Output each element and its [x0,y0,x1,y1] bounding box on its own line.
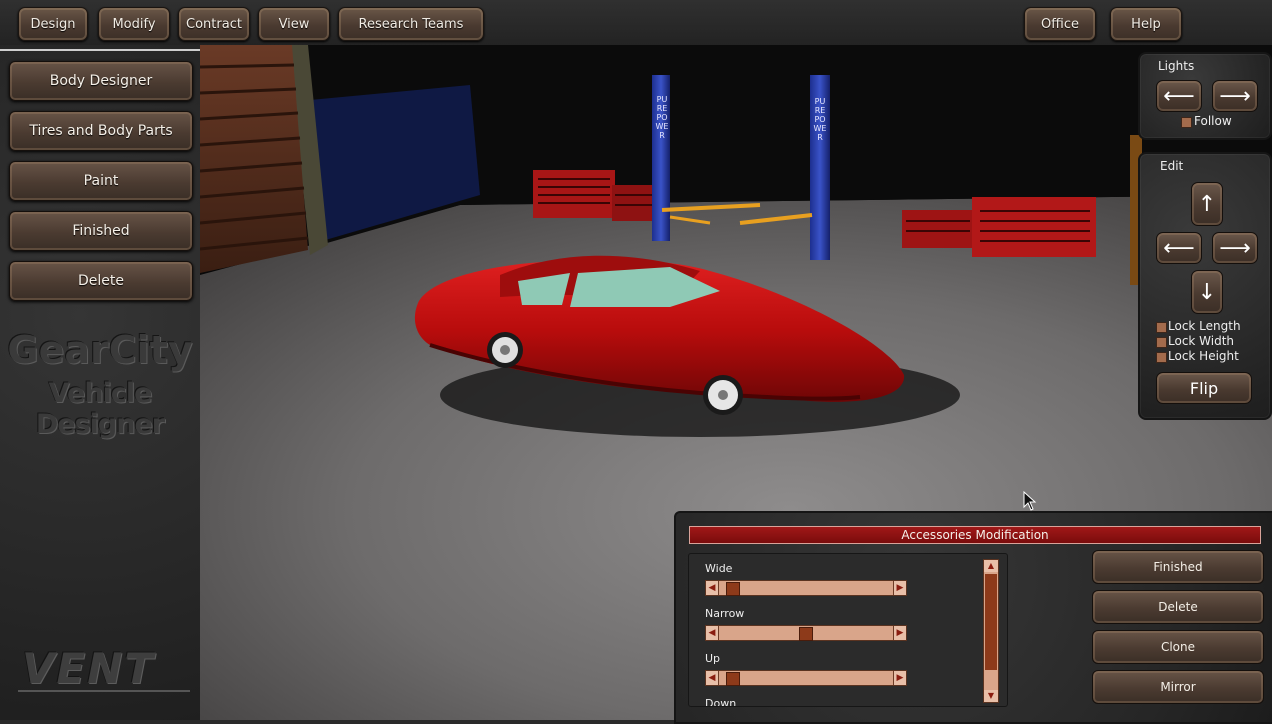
lights-title: Lights [1158,59,1195,73]
accessory-mirror-button[interactable]: Mirror [1092,670,1264,704]
menu-office[interactable]: Office [1024,7,1096,41]
arrow-right-icon: ⟶ [1219,235,1251,261]
arrow-left-icon: ⟵ [1163,235,1195,261]
tires-body-parts-button[interactable]: Tires and Body Parts [9,111,193,151]
move-up-button[interactable]: ↑ [1191,182,1223,226]
narrow-slider[interactable]: ◀ ▶ [705,625,907,641]
menu-modify[interactable]: Modify [98,7,170,41]
move-left-button[interactable]: ⟵ [1156,232,1202,264]
arrow-down-icon: ↓ [1197,279,1217,305]
slider-decrease-icon[interactable]: ◀ [706,626,719,640]
follow-checkbox[interactable] [1181,117,1192,128]
slider-increase-icon[interactable]: ▶ [893,626,906,640]
arrow-right-icon: ⟶ [1219,83,1251,109]
lift-label-left: PUREPOWER [655,95,669,140]
delete-button[interactable]: Delete [9,261,193,301]
accessories-panel: Accessories Modification Wide ◀ ▶ Narrow… [674,511,1272,724]
slider-label-up: Up [705,652,721,665]
slider-label-down: Down [705,697,737,707]
lights-panel: Lights ⟵ ⟶ Follow [1138,52,1272,140]
lift-label-right: PUREPOWER [813,97,827,142]
flip-button[interactable]: Flip [1156,372,1252,404]
up-slider[interactable]: ◀ ▶ [705,670,907,686]
accessory-clone-button[interactable]: Clone [1092,630,1264,664]
wide-slider[interactable]: ◀ ▶ [705,580,907,596]
lock-width-checkbox[interactable] [1156,337,1167,348]
scroll-up-icon[interactable]: ▲ [984,560,998,572]
menu-design[interactable]: Design [18,7,88,41]
vent-logo: VENT [22,644,155,693]
mouse-cursor-icon [1023,491,1037,511]
sidebar-divider [0,49,200,51]
finished-button[interactable]: Finished [9,211,193,251]
slider-list-scrollbar[interactable]: ▲ ▼ [983,559,999,703]
slider-label-narrow: Narrow [705,607,745,620]
lock-height-label: Lock Height [1168,349,1239,363]
narrow-slider-thumb[interactable] [799,627,813,641]
slider-decrease-icon[interactable]: ◀ [706,581,719,595]
top-menu-bar: Design Modify Contract View Research Tea… [0,0,1272,46]
menu-view[interactable]: View [258,7,330,41]
slider-decrease-icon[interactable]: ◀ [706,671,719,685]
arrow-left-icon: ⟵ [1163,83,1195,109]
slider-list: Wide ◀ ▶ Narrow ◀ ▶ Up ◀ ▶ Down [688,553,1008,707]
lock-length-label: Lock Length [1168,319,1241,333]
light-left-button[interactable]: ⟵ [1156,80,1202,112]
designer-sidebar: Body Designer Tires and Body Parts Paint… [0,45,202,720]
move-down-button[interactable]: ↓ [1191,270,1223,314]
slider-increase-icon[interactable]: ▶ [893,671,906,685]
vent-underline [18,690,190,692]
wide-slider-thumb[interactable] [726,582,741,596]
follow-label: Follow [1194,114,1232,128]
lock-length-checkbox[interactable] [1156,322,1167,333]
arrow-up-icon: ↑ [1197,191,1217,217]
move-right-button[interactable]: ⟶ [1212,232,1258,264]
edit-panel: Edit ↑ ⟵ ⟶ ↓ Lock Length Lock Width Lock… [1138,152,1272,420]
menu-contract[interactable]: Contract [178,7,250,41]
logo-vehicle-designer: Vehicle Designer [35,378,165,440]
logo-gearcity: GearCity [7,328,193,372]
slider-increase-icon[interactable]: ▶ [893,581,906,595]
menu-help[interactable]: Help [1110,7,1182,41]
edit-title: Edit [1160,159,1184,173]
accessories-title: Accessories Modification [689,526,1261,544]
light-right-button[interactable]: ⟶ [1212,80,1258,112]
accessory-finished-button[interactable]: Finished [1092,550,1264,584]
menu-research-teams[interactable]: Research Teams [338,7,484,41]
accessory-delete-button[interactable]: Delete [1092,590,1264,624]
scroll-down-icon[interactable]: ▼ [984,690,998,702]
lock-width-label: Lock Width [1168,334,1235,348]
paint-button[interactable]: Paint [9,161,193,201]
body-designer-button[interactable]: Body Designer [9,61,193,101]
lock-height-checkbox[interactable] [1156,352,1167,363]
up-slider-thumb[interactable] [726,672,741,686]
scrollbar-thumb[interactable] [985,574,997,670]
slider-label-wide: Wide [705,562,733,575]
